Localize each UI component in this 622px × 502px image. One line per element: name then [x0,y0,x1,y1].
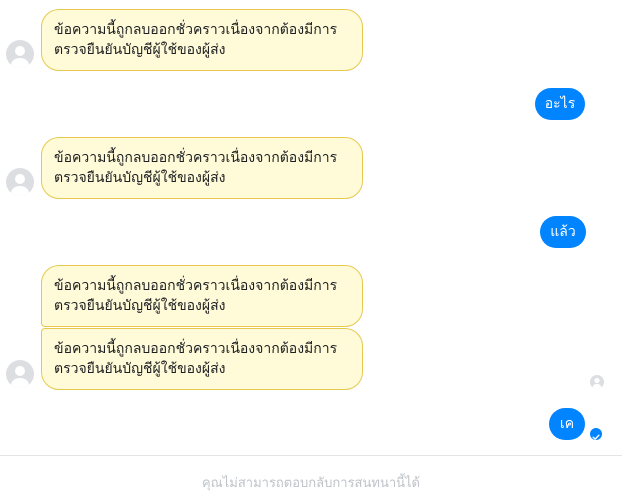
message-text: เค [559,416,575,432]
delivered-check-icon [590,428,602,440]
sender-avatar-icon[interactable] [6,168,34,196]
message-text-line: ตรวจยืนยันบัญชีผู้ใช้ของผู้ส่ง [54,170,226,186]
message-text-line: ข้อความนี้ถูกลบออกชั่วคราวเนื่องจากต้องม… [54,150,338,166]
message-text-line: ตรวจยืนยันบัญชีผู้ใช้ของผู้ส่ง [54,42,226,58]
deleted-message-bubble[interactable]: ข้อความนี้ถูกลบออกชั่วคราวเนื่องจากต้องม… [41,9,363,71]
message-text-line: ตรวจยืนยันบัญชีผู้ใช้ของผู้ส่ง [54,298,226,314]
deleted-message-bubble[interactable]: ข้อความนี้ถูกลบออกชั่วคราวเนื่องจากต้องม… [41,265,363,327]
message-text-line: ตรวจยืนยันบัญชีผู้ใช้ของผู้ส่ง [54,361,226,377]
message-text-line: ข้อความนี้ถูกลบออกชั่วคราวเนื่องจากต้องม… [54,22,338,38]
sent-message-bubble[interactable]: แล้ว [540,216,586,248]
sender-avatar-icon[interactable] [6,40,34,68]
reply-disabled-notice: คุณไม่สามารถตอบกลับการสนทนานี้ได้ [201,476,420,491]
read-receipt-avatar-icon [590,375,604,389]
composer-divider [0,455,622,456]
conversation-thread: ข้อความนี้ถูกลบออกชั่วคราวเนื่องจากต้องม… [0,0,622,502]
deleted-message-bubble[interactable]: ข้อความนี้ถูกลบออกชั่วคราวเนื่องจากต้องม… [41,137,363,199]
sent-message-bubble[interactable]: เค [549,408,585,440]
message-text-line: ข้อความนี้ถูกลบออกชั่วคราวเนื่องจากต้องม… [54,278,338,294]
deleted-message-bubble[interactable]: ข้อความนี้ถูกลบออกชั่วคราวเนื่องจากต้องม… [41,328,363,390]
message-text-line: ข้อความนี้ถูกลบออกชั่วคราวเนื่องจากต้องม… [54,341,338,357]
sender-avatar-icon[interactable] [6,360,34,388]
message-text: แล้ว [550,224,576,240]
sent-message-bubble[interactable]: อะไร [535,88,585,120]
message-text: อะไร [544,96,576,112]
